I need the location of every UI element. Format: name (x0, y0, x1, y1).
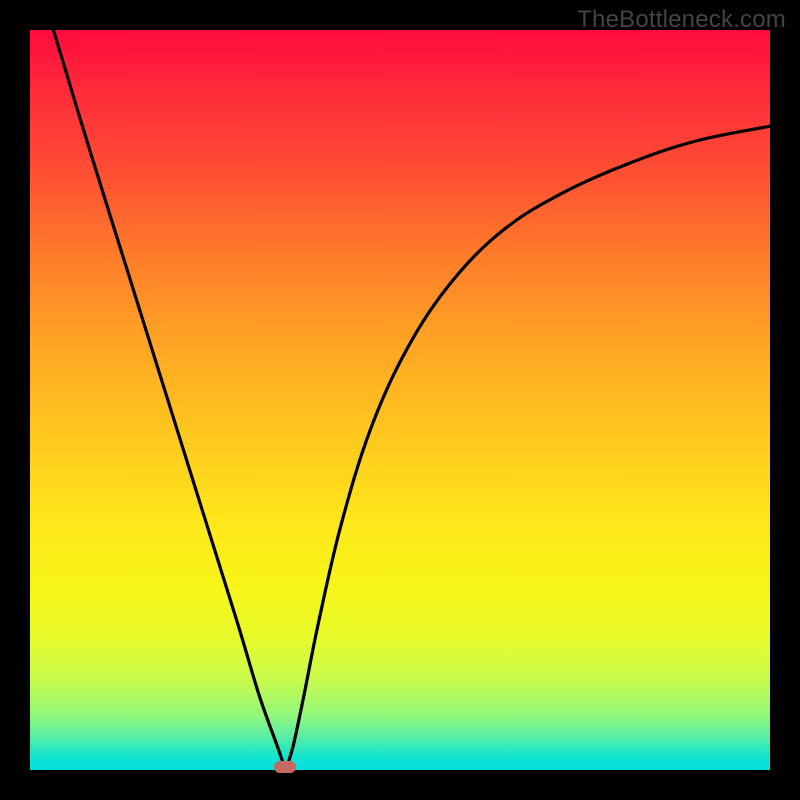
plot-area (30, 30, 770, 770)
curve-path (52, 26, 770, 770)
minimum-marker (274, 761, 296, 773)
bottleneck-curve (30, 30, 770, 770)
chart-frame: TheBottleneck.com (0, 0, 800, 800)
